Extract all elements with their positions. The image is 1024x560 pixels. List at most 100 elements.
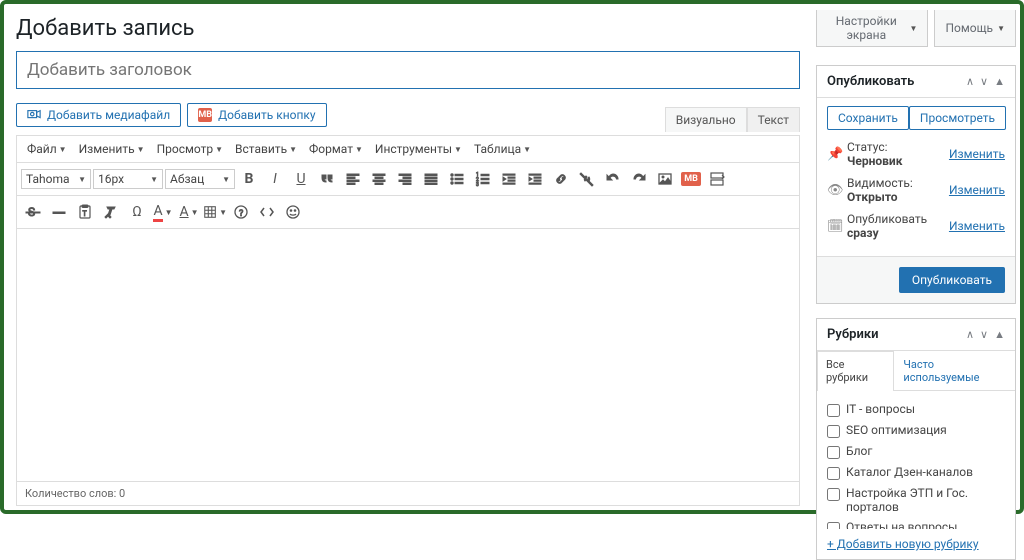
italic-icon[interactable]: I [263,167,287,191]
menu-таблица[interactable]: Таблица ▼ [470,140,535,158]
eye-icon: 👁 [827,183,841,198]
undo-icon[interactable] [601,167,625,191]
unlink-icon[interactable] [575,167,599,191]
category-item[interactable]: Блог [827,441,1001,462]
category-checkbox[interactable] [827,446,840,459]
category-item[interactable]: Настройка ЭТП и Гос. порталов [827,483,1001,517]
schedule-edit-link[interactable]: Изменить [949,219,1005,233]
tab-text[interactable]: Текст [747,107,800,132]
svg-text:?: ? [239,209,243,219]
publish-panel: Опубликовать ∧ ∨ ▲ Сохранить Просмотреть 📌… [816,65,1016,304]
blockquote-icon[interactable] [315,167,339,191]
page-title: Добавить запись [16,16,800,41]
strikethrough-icon[interactable]: S [21,200,45,224]
category-label: Настройка ЭТП и Гос. порталов [846,486,1001,514]
menu-файл[interactable]: Файл ▼ [23,140,71,158]
bullet-list-icon[interactable] [445,167,469,191]
align-left-icon[interactable] [341,167,365,191]
redo-icon[interactable] [627,167,651,191]
category-checkbox[interactable] [827,522,840,529]
visibility-edit-link[interactable]: Изменить [949,183,1005,197]
font-size-select[interactable]: 16px▼ [93,169,163,189]
status-label: Статус: Черновик [847,140,943,168]
maxbuttons-icon[interactable]: MB [679,167,703,191]
editor-content[interactable] [17,229,799,481]
emoji-icon[interactable] [281,200,305,224]
category-checkbox[interactable] [827,467,840,480]
clear-format-icon[interactable] [99,200,123,224]
bg-color-icon[interactable]: A▼ [177,200,201,224]
mb-icon: MB [198,108,212,122]
indent-icon[interactable] [523,167,547,191]
align-right-icon[interactable] [393,167,417,191]
svg-text:T: T [83,210,88,218]
pin-icon: 📌 [827,147,841,162]
bold-icon[interactable]: B [237,167,261,191]
menu-просмотр[interactable]: Просмотр ▼ [153,140,227,158]
tab-used-categories[interactable]: Часто используемые [894,351,1015,390]
category-item[interactable]: SEO оптимизация [827,420,1001,441]
editor-menubar: Файл ▼Изменить ▼Просмотр ▼Вставить ▼Форм… [17,136,799,163]
panel-down-icon[interactable]: ∨ [980,75,988,88]
outdent-icon[interactable] [497,167,521,191]
category-label: IT - вопросы [846,402,915,416]
hr-icon[interactable] [47,200,71,224]
category-item[interactable]: IT - вопросы [827,399,1001,420]
category-checkbox[interactable] [827,425,840,438]
category-item[interactable]: Ответы на вопросы [827,517,1001,529]
paste-text-icon[interactable]: T [73,200,97,224]
category-checkbox[interactable] [827,488,840,501]
add-media-label: Добавить медиафайл [47,108,170,122]
category-checkbox[interactable] [827,404,840,417]
menu-вставить[interactable]: Вставить ▼ [231,140,301,158]
category-label: Блог [846,444,872,458]
camera-music-icon [27,108,41,122]
menu-инструменты[interactable]: Инструменты ▼ [371,140,466,158]
align-center-icon[interactable] [367,167,391,191]
tab-all-categories[interactable]: Все рубрики [817,351,894,391]
categories-panel-title: Рубрики [827,327,879,342]
add-category-link[interactable]: + Добавить новую рубрику [817,529,1015,559]
paragraph-select[interactable]: Абзац▼ [165,169,235,189]
editor-toolbar-1: Tahoma▼ 16px▼ Абзац▼ B I U 123 [17,163,799,196]
editor-toolbar-2: S T Ω A▼ A▼ ▼ ? [17,196,799,229]
svg-text:3: 3 [476,182,479,187]
visibility-label: Видимость: Открыто [847,176,943,204]
panel-toggle-icon[interactable]: ▲ [994,75,1005,88]
word-count: Количество слов: 0 [17,481,799,505]
add-media-button[interactable]: Добавить медиафайл [16,103,181,127]
numbered-list-icon[interactable]: 123 [471,167,495,191]
code-icon[interactable] [255,200,279,224]
screen-options-button[interactable]: Настройки экрана ▼ [816,10,928,47]
underline-icon[interactable]: U [289,167,313,191]
category-label: Ответы на вопросы [846,520,958,529]
link-icon[interactable] [549,167,573,191]
menu-изменить[interactable]: Изменить ▼ [75,140,149,158]
status-edit-link[interactable]: Изменить [949,147,1005,161]
panel-up-icon[interactable]: ∧ [966,75,974,88]
post-title-input[interactable] [16,51,800,89]
publish-button[interactable]: Опубликовать [899,267,1005,293]
schedule-label: Опубликовать сразу [847,212,943,240]
save-draft-button[interactable]: Сохранить [827,106,909,130]
toolbar-toggle-icon[interactable] [705,167,729,191]
panel-toggle-icon[interactable]: ▲ [994,328,1005,341]
category-item[interactable]: Каталог Дзен-каналов [827,462,1001,483]
text-color-icon[interactable]: A▼ [151,200,175,224]
help-icon[interactable]: ? [229,200,253,224]
add-button-button[interactable]: MB Добавить кнопку [187,103,326,127]
table-icon[interactable]: ▼ [203,200,227,224]
add-button-label: Добавить кнопку [218,108,315,122]
tab-visual[interactable]: Визуально [665,107,747,132]
align-justify-icon[interactable] [419,167,443,191]
calendar-icon: 🗓 [827,219,841,234]
panel-up-icon[interactable]: ∧ [966,328,974,341]
image-icon[interactable] [653,167,677,191]
font-family-select[interactable]: Tahoma▼ [21,169,91,189]
special-char-icon[interactable]: Ω [125,200,149,224]
help-button[interactable]: Помощь ▼ [934,10,1016,47]
preview-button[interactable]: Просмотреть [909,106,1006,130]
panel-down-icon[interactable]: ∨ [980,328,988,341]
category-label: SEO оптимизация [846,423,947,437]
menu-формат[interactable]: Формат ▼ [305,140,367,158]
